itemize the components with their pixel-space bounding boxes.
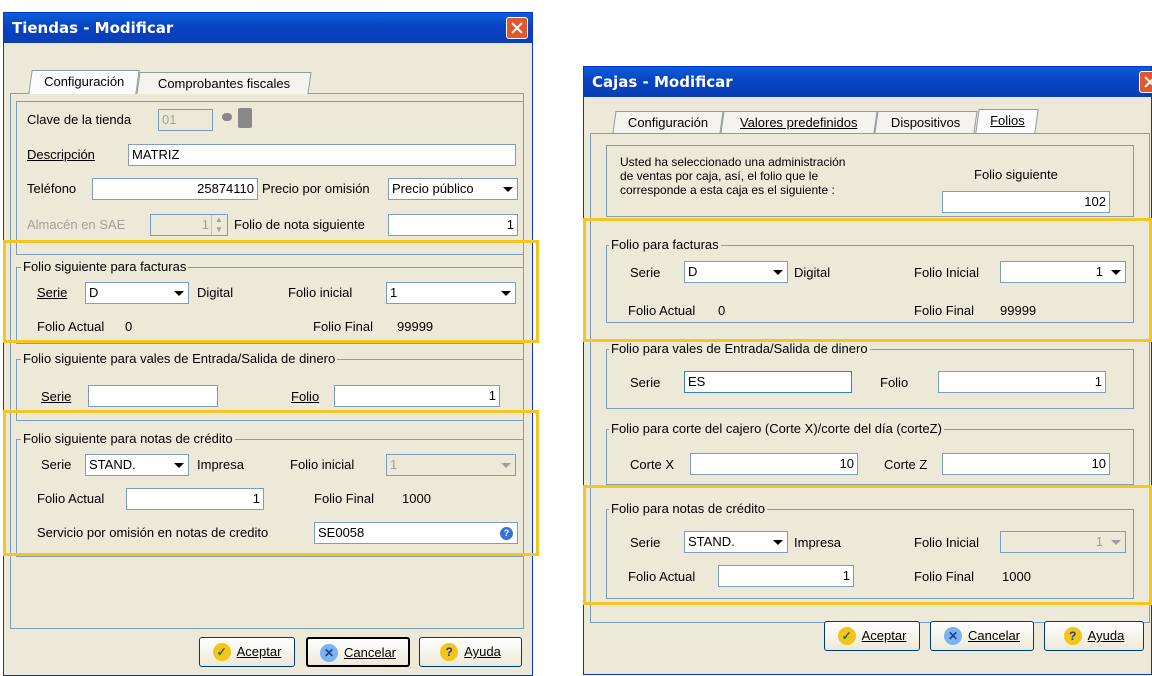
- tab-comprobantes-fiscales[interactable]: Comprobantes fiscales: [136, 72, 312, 94]
- ayuda-button[interactable]: ? Ayuda: [419, 637, 522, 667]
- folio-siguiente-input[interactable]: 102: [942, 191, 1110, 213]
- tab-valores-predefinidos[interactable]: Valores predefinidos: [720, 111, 878, 133]
- title-bar: Tiendas - Modificar: [4, 13, 532, 43]
- vales-folio-input[interactable]: 1: [334, 385, 500, 407]
- cancelar-button[interactable]: ✕ Cancelar: [306, 637, 410, 667]
- tab-configuracion[interactable]: Configuración: [28, 70, 140, 94]
- check-icon: ✓: [212, 642, 231, 661]
- almacen-label: Almacén en SAE: [27, 217, 126, 232]
- vales-serie-input[interactable]: ES: [684, 371, 852, 393]
- info-line-2: de ventas por caja, así, el folio que le: [620, 169, 819, 183]
- almacen-stepper: 1 ▲ ▼: [150, 214, 228, 236]
- highlight-notas: [583, 485, 1152, 605]
- tab-folios[interactable]: Folios: [975, 109, 1039, 133]
- precio-label: Precio por omisión: [262, 181, 370, 196]
- aceptar-button[interactable]: ✓ Aceptar: [824, 621, 920, 651]
- clave-input: 01: [158, 109, 213, 131]
- tiendas-dialog: Tiendas - Modificar Configuración Compro…: [3, 12, 533, 676]
- telefono-input[interactable]: 25874110: [92, 178, 258, 200]
- help-icon: ?: [1063, 626, 1082, 645]
- cancel-icon: ✕: [319, 643, 338, 662]
- highlight-notas: [3, 410, 539, 556]
- folio-nota-input[interactable]: 1: [388, 214, 518, 236]
- precio-select[interactable]: Precio público: [388, 178, 518, 200]
- vales-folio-input[interactable]: 1: [938, 371, 1106, 393]
- highlight-facturas: [3, 240, 539, 343]
- aceptar-button[interactable]: ✓ Aceptar: [199, 637, 295, 667]
- tab-configuracion[interactable]: Configuración: [612, 111, 724, 133]
- corte-z-label: Corte Z: [884, 457, 928, 472]
- ayuda-button[interactable]: ? Ayuda: [1044, 621, 1144, 651]
- title-bar: Cajas - Modificar: [584, 67, 1151, 97]
- corte-z-input[interactable]: 10: [942, 453, 1110, 475]
- clave-label: Clave de la tienda: [27, 112, 132, 127]
- close-icon[interactable]: [1139, 71, 1152, 93]
- vales-legend: Folio siguiente para vales de Entrada/Sa…: [21, 351, 338, 366]
- tab-dispositivos[interactable]: Dispositivos: [874, 111, 978, 133]
- check-icon: ✓: [837, 626, 856, 645]
- key-icon: [222, 113, 232, 121]
- highlight-facturas: [583, 218, 1152, 342]
- cancel-icon: ✕: [943, 626, 962, 645]
- help-icon: ?: [440, 642, 459, 661]
- corte-x-input[interactable]: 10: [690, 453, 858, 475]
- folio-label: Folio: [291, 389, 320, 404]
- descripcion-input[interactable]: MATRIZ: [128, 144, 516, 166]
- corte-x-label: Corte X: [630, 457, 675, 472]
- close-icon[interactable]: [506, 17, 528, 39]
- vales-legend: Folio para vales de Entrada/Salida de di…: [609, 341, 870, 356]
- info-line-1: Usted ha seleccionado una administración: [620, 155, 846, 169]
- descripcion-label: Descripción: [27, 147, 95, 162]
- info-line-3: corresponde a esta caja es el siguiente …: [620, 183, 835, 197]
- folio-label: Folio: [880, 375, 909, 390]
- folio-siguiente-label: Folio siguiente: [974, 167, 1058, 182]
- window-title: Cajas - Modificar: [592, 73, 733, 91]
- cancelar-button[interactable]: ✕ Cancelar: [930, 621, 1034, 651]
- lookup-icon[interactable]: [238, 108, 252, 128]
- folio-nota-label: Folio de nota siguiente: [234, 217, 365, 232]
- telefono-label: Teléfono: [27, 181, 77, 196]
- serie-label: Serie: [41, 389, 72, 404]
- corte-legend: Folio para corte del cajero (Corte X)/co…: [609, 421, 944, 436]
- window-title: Tiendas - Modificar: [12, 19, 174, 37]
- chevron-down-icon[interactable]: [499, 180, 516, 198]
- vales-serie-input[interactable]: [88, 385, 218, 407]
- spin-arrows-icon: ▲ ▼: [211, 215, 226, 235]
- serie-label: Serie: [630, 375, 661, 390]
